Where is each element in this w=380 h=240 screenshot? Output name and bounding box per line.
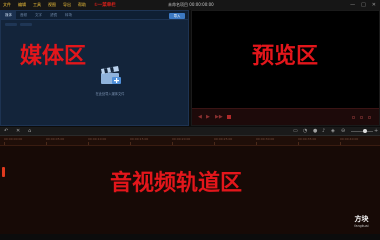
media-drop-zone[interactable]: 在此处导入媒体文件: [93, 66, 127, 96]
import-button[interactable]: 导入: [169, 13, 185, 19]
watermark-text: 方块: [354, 215, 369, 223]
tab-filters[interactable]: 滤镜: [46, 11, 61, 19]
ruler-label: 00:00:20:00: [172, 137, 191, 141]
zoom-slider[interactable]: [351, 131, 373, 132]
ruler-label: 00:00:40:00: [340, 137, 359, 141]
split-icon[interactable]: ⌂: [28, 128, 31, 135]
snapshot-icon[interactable]: [352, 116, 355, 119]
timeline-toolbar: ↶ ✕ ⌂ ▭ ◔ ● ♪ ◈ ⊖ +: [0, 127, 380, 136]
ruler-label: 00:00:35:00: [298, 137, 317, 141]
menu-file[interactable]: 文件: [3, 0, 11, 10]
record-icon[interactable]: ●: [313, 128, 317, 135]
zoom-out-icon[interactable]: ⊖: [341, 128, 345, 135]
ruler-tick: [130, 142, 131, 145]
drop-hint: 在此处导入媒体文件: [95, 92, 125, 96]
tab-transitions[interactable]: 转场: [61, 11, 76, 19]
menu-edit[interactable]: 编辑: [18, 0, 26, 10]
prev-frame-icon[interactable]: ◀: [198, 115, 202, 120]
zoom-slider-handle[interactable]: [363, 129, 367, 133]
ruler-tick: [4, 142, 5, 145]
delete-icon[interactable]: ✕: [16, 128, 20, 135]
mic-icon[interactable]: ♪: [322, 128, 325, 135]
media-filter-chip[interactable]: [5, 23, 17, 26]
watermark-logo: 方块 fangkuai: [346, 215, 377, 232]
speed-icon[interactable]: ◔: [303, 128, 307, 135]
media-subtoolbar: [5, 23, 32, 26]
fullscreen-icon[interactable]: [368, 116, 371, 119]
maximize-button[interactable]: □: [361, 0, 366, 10]
ruler-label: 00:00:00:00: [4, 137, 23, 141]
playhead-handle[interactable]: [2, 167, 5, 177]
preview-controls: ◀ ▶ ▶▶: [192, 108, 379, 125]
media-area-annotation: 媒体区: [20, 44, 87, 69]
menu-help[interactable]: 帮助: [78, 0, 86, 10]
ruler-label: 00:00:15:00: [130, 137, 149, 141]
close-button[interactable]: ✕: [372, 0, 376, 10]
ruler-tick: [256, 142, 257, 145]
ruler-tick: [340, 142, 341, 145]
ruler-label: 00:00:25:00: [214, 137, 233, 141]
tab-text[interactable]: 文字: [31, 11, 46, 19]
watermark-subtext: fangkuai: [354, 224, 369, 228]
undo-icon[interactable]: ↶: [4, 128, 8, 135]
window-title: 未命名项目 00:00:00:00: [168, 2, 214, 7]
ruler-tick: [172, 142, 173, 145]
clapperboard-icon: [101, 66, 121, 84]
ruler-tick: [298, 142, 299, 145]
crop-icon[interactable]: ▭: [293, 128, 298, 135]
ruler-label: 00:00:30:00: [256, 137, 275, 141]
zoom-in-icon[interactable]: +: [374, 128, 378, 135]
volume-icon[interactable]: [360, 116, 363, 119]
preview-area-annotation: 预览区: [252, 44, 319, 69]
ruler-tick: [214, 142, 215, 145]
media-tabs: 媒体 音频 文字 滤镜 转场: [1, 11, 188, 20]
minimize-button[interactable]: —: [350, 0, 355, 10]
window-controls: — □ ✕: [350, 0, 376, 10]
tab-audio[interactable]: 音频: [16, 11, 31, 19]
menu-export[interactable]: 导出: [63, 0, 71, 10]
ruler-label: 00:00:10:00: [88, 137, 107, 141]
play-icon[interactable]: ▶: [206, 115, 210, 120]
ruler-label: 00:00:05:00: [46, 137, 65, 141]
ruler-tick: [88, 142, 89, 145]
stop-icon[interactable]: [227, 115, 231, 119]
track-area-annotation: 音视频轨道区: [110, 171, 243, 196]
media-filter-chip[interactable]: [20, 23, 32, 26]
menu-tools[interactable]: 工具: [33, 0, 41, 10]
ruler-tick: [46, 142, 47, 145]
tab-media[interactable]: 媒体: [1, 11, 16, 19]
timeline-ruler[interactable]: 00:00:00:00 00:00:05:00 00:00:10:00 00:0…: [0, 136, 380, 146]
snap-icon[interactable]: ◈: [331, 128, 335, 135]
menubar-annotation: ①一菜单栏: [94, 3, 116, 8]
next-frame-icon[interactable]: ▶▶: [215, 115, 223, 120]
menu-view[interactable]: 视图: [48, 0, 56, 10]
